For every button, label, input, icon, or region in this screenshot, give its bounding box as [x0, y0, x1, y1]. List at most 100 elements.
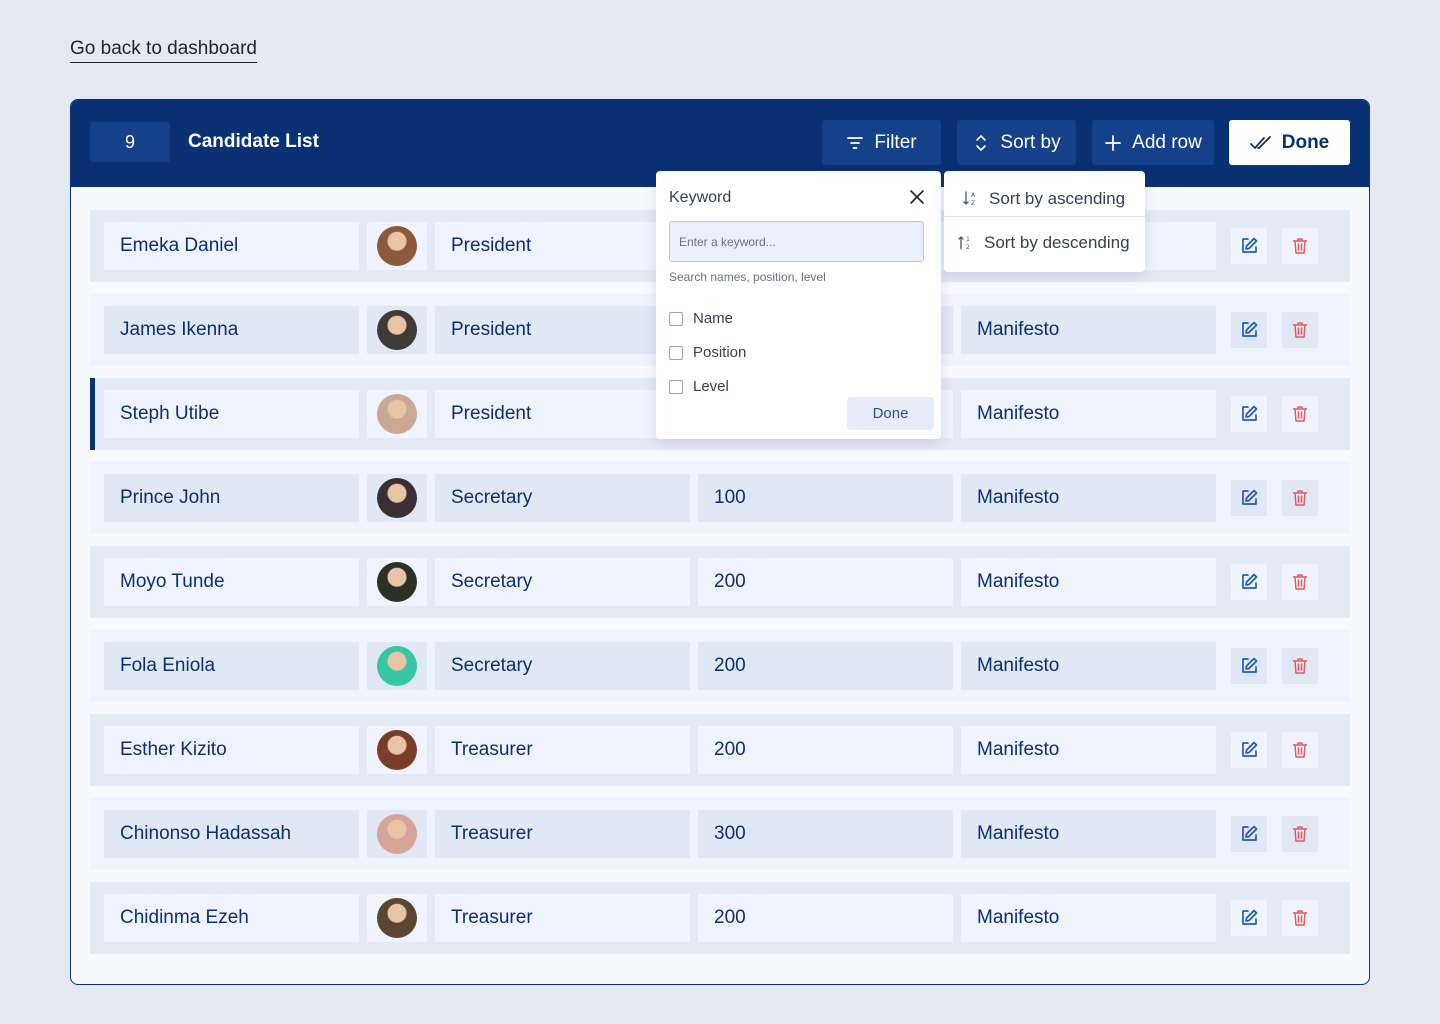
- candidate-level[interactable]: 200: [698, 894, 953, 942]
- candidate-name[interactable]: Steph Utibe: [104, 390, 359, 438]
- checkbox[interactable]: [669, 311, 683, 326]
- edit-button[interactable]: [1231, 480, 1267, 516]
- manifesto-link[interactable]: Manifesto: [961, 558, 1216, 606]
- avatar: [377, 562, 417, 602]
- edit-button[interactable]: [1231, 648, 1267, 684]
- candidate-position[interactable]: Secretary: [435, 474, 690, 522]
- filter-popover: Keyword Search names, position, level Na…: [656, 171, 941, 439]
- filter-option-label: Level: [693, 378, 729, 395]
- divider: [944, 216, 1145, 217]
- candidate-name[interactable]: Fola Eniola: [104, 642, 359, 690]
- delete-button[interactable]: [1282, 396, 1318, 432]
- edit-button[interactable]: [1231, 312, 1267, 348]
- delete-button[interactable]: [1282, 900, 1318, 936]
- edit-button[interactable]: [1231, 564, 1267, 600]
- avatar: [377, 814, 417, 854]
- candidate-position[interactable]: Secretary: [435, 558, 690, 606]
- trash-icon: [1292, 490, 1308, 506]
- avatar: [377, 478, 417, 518]
- table-row[interactable]: Chinonso Hadassah Treasurer 300 Manifesto: [90, 798, 1350, 870]
- double-check-icon: [1249, 135, 1271, 149]
- delete-button[interactable]: [1282, 816, 1318, 852]
- sort-ascending-icon: AZ: [963, 191, 976, 207]
- candidate-name[interactable]: Moyo Tunde: [104, 558, 359, 606]
- edit-button[interactable]: [1231, 900, 1267, 936]
- avatar: [377, 394, 417, 434]
- svg-text:1: 1: [966, 236, 970, 243]
- delete-button[interactable]: [1282, 648, 1318, 684]
- avatar-cell: [367, 558, 427, 606]
- candidate-name[interactable]: Chinonso Hadassah: [104, 810, 359, 858]
- done-button[interactable]: Done: [1229, 120, 1350, 165]
- candidate-level[interactable]: 300: [698, 810, 953, 858]
- filter-hint: Search names, position, level: [669, 270, 826, 284]
- filter-option-level[interactable]: Level: [669, 378, 729, 395]
- candidate-position[interactable]: President: [435, 390, 690, 438]
- manifesto-link[interactable]: Manifesto: [961, 390, 1216, 438]
- filter-option-position[interactable]: Position: [669, 344, 746, 361]
- filter-option-label: Name: [693, 310, 734, 327]
- sort-descending-label: Sort by descending: [984, 232, 1130, 252]
- close-icon[interactable]: [908, 188, 926, 206]
- edit-icon: [1242, 489, 1258, 505]
- manifesto-link[interactable]: Manifesto: [961, 306, 1216, 354]
- trash-icon: [1292, 322, 1308, 338]
- candidate-position[interactable]: Secretary: [435, 642, 690, 690]
- candidate-name[interactable]: Chidinma Ezeh: [104, 894, 359, 942]
- manifesto-link[interactable]: Manifesto: [961, 642, 1216, 690]
- sort-popover: AZ Sort by ascending 12 Sort by descendi…: [944, 171, 1145, 272]
- delete-button[interactable]: [1282, 480, 1318, 516]
- candidate-position[interactable]: Treasurer: [435, 894, 690, 942]
- candidate-level[interactable]: 200: [698, 726, 953, 774]
- edit-icon: [1242, 825, 1258, 841]
- candidate-name[interactable]: James Ikenna: [104, 306, 359, 354]
- candidate-level[interactable]: 200: [698, 642, 953, 690]
- manifesto-link[interactable]: Manifesto: [961, 894, 1216, 942]
- table-row[interactable]: Esther Kizito Treasurer 200 Manifesto: [90, 714, 1350, 786]
- filter-done-button[interactable]: Done: [847, 397, 934, 430]
- candidate-name[interactable]: Esther Kizito: [104, 726, 359, 774]
- candidate-position[interactable]: President: [435, 222, 690, 270]
- candidate-name[interactable]: Emeka Daniel: [104, 222, 359, 270]
- avatar: [377, 226, 417, 266]
- edit-button[interactable]: [1231, 228, 1267, 264]
- candidate-level[interactable]: 200: [698, 558, 953, 606]
- candidate-name[interactable]: Prince John: [104, 474, 359, 522]
- card-title: Candidate List: [188, 131, 319, 152]
- avatar-cell: [367, 390, 427, 438]
- table-row[interactable]: Chidinma Ezeh Treasurer 200 Manifesto: [90, 882, 1350, 954]
- edit-icon: [1242, 741, 1258, 757]
- candidate-level[interactable]: 100: [698, 474, 953, 522]
- filter-option-name[interactable]: Name: [669, 310, 733, 327]
- manifesto-link[interactable]: Manifesto: [961, 474, 1216, 522]
- add-row-button[interactable]: Add row: [1092, 120, 1214, 165]
- table-row[interactable]: Prince John Secretary 100 Manifesto: [90, 462, 1350, 534]
- table-row[interactable]: Moyo Tunde Secretary 200 Manifesto: [90, 546, 1350, 618]
- back-to-dashboard-link[interactable]: Go back to dashboard: [70, 38, 257, 63]
- filter-button[interactable]: Filter: [822, 120, 941, 165]
- checkbox[interactable]: [669, 379, 683, 394]
- edit-icon: [1242, 405, 1258, 421]
- sort-ascending-option[interactable]: AZ Sort by ascending: [944, 177, 1145, 220]
- delete-button[interactable]: [1282, 732, 1318, 768]
- sort-descending-option[interactable]: 12 Sort by descending: [944, 221, 1145, 264]
- manifesto-link[interactable]: Manifesto: [961, 726, 1216, 774]
- trash-icon: [1292, 910, 1308, 926]
- edit-button[interactable]: [1231, 396, 1267, 432]
- candidate-position[interactable]: President: [435, 306, 690, 354]
- keyword-search-input[interactable]: [669, 221, 924, 262]
- avatar: [377, 730, 417, 770]
- candidate-position[interactable]: Treasurer: [435, 726, 690, 774]
- edit-button[interactable]: [1231, 732, 1267, 768]
- avatar-cell: [367, 306, 427, 354]
- checkbox[interactable]: [669, 345, 683, 360]
- delete-button[interactable]: [1282, 228, 1318, 264]
- manifesto-link[interactable]: Manifesto: [961, 810, 1216, 858]
- delete-button[interactable]: [1282, 564, 1318, 600]
- table-row[interactable]: Fola Eniola Secretary 200 Manifesto: [90, 630, 1350, 702]
- sort-icon: [976, 134, 987, 151]
- edit-button[interactable]: [1231, 816, 1267, 852]
- candidate-position[interactable]: Treasurer: [435, 810, 690, 858]
- sort-by-button[interactable]: Sort by: [957, 120, 1076, 165]
- delete-button[interactable]: [1282, 312, 1318, 348]
